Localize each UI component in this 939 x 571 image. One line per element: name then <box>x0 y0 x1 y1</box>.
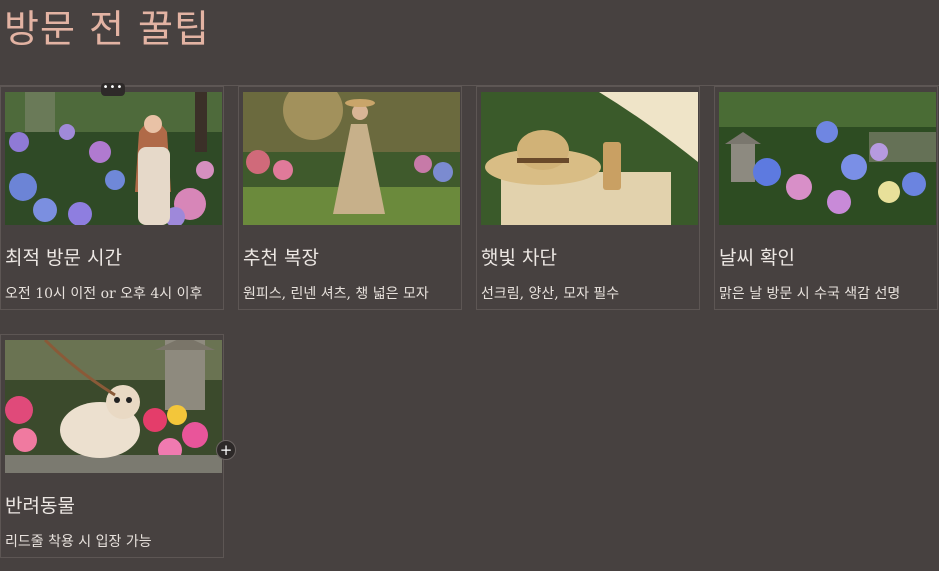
card-title: 햇빛 차단 <box>481 247 557 269</box>
add-item-button[interactable]: + <box>216 440 236 460</box>
more-options-button[interactable]: ••• <box>101 83 125 96</box>
card-image-sun-protection[interactable] <box>481 92 698 225</box>
card-image-dog-garden[interactable] <box>5 340 222 473</box>
gallery-card[interactable]: 추천 복장 원피스, 린넨 셔츠, 챙 넓은 모자 <box>238 86 462 310</box>
gallery-card[interactable]: 햇빛 차단 선크림, 양산, 모자 필수 <box>476 86 700 310</box>
card-title: 최적 방문 시간 <box>5 247 122 269</box>
gallery-card[interactable]: 최적 방문 시간 오전 10시 이전 or 오후 4시 이후 <box>0 86 224 310</box>
card-image-woman-hydrangeas[interactable] <box>5 92 222 225</box>
card-image-linen-dress[interactable] <box>243 92 460 225</box>
gallery-card[interactable]: 반려동물 리드줄 착용 시 입장 가능 <box>0 334 224 558</box>
card-description: 선크림, 양산, 모자 필수 <box>481 286 620 302</box>
card-description: 원피스, 린넨 셔츠, 챙 넓은 모자 <box>243 286 429 302</box>
card-description: 오전 10시 이전 or 오후 4시 이후 <box>5 286 203 302</box>
card-title: 반려동물 <box>5 495 75 517</box>
card-title: 추천 복장 <box>243 247 319 269</box>
card-description: 맑은 날 방문 시 수국 색감 선명 <box>719 286 901 302</box>
gallery-card[interactable]: 날씨 확인 맑은 날 방문 시 수국 색감 선명 <box>714 86 938 310</box>
card-image-hydrangea-garden[interactable] <box>719 92 936 225</box>
card-title: 날씨 확인 <box>719 247 795 269</box>
page-title: 방문 전 꿀팁 <box>4 7 210 51</box>
card-description: 리드줄 착용 시 입장 가능 <box>5 534 152 550</box>
